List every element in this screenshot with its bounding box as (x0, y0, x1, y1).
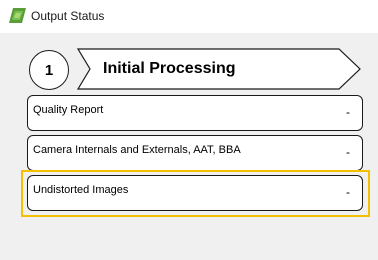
section-label: Camera Internals and Externals, AAT, BBA (33, 144, 241, 156)
section-label: Quality Report (33, 104, 104, 116)
selection-highlight (21, 170, 370, 217)
section-camera-internals[interactable]: Camera Internals and Externals, AAT, BBA… (27, 135, 363, 171)
step-number-badge: 1 (29, 50, 69, 90)
title-bar: Output Status (0, 0, 378, 33)
step-title: Initial Processing (103, 60, 236, 77)
app-logo-icon (9, 8, 26, 23)
section-quality-report[interactable]: Quality Report - (27, 95, 363, 131)
section-status: - (346, 105, 350, 119)
window-title: Output Status (31, 9, 105, 23)
section-status: - (346, 145, 350, 159)
